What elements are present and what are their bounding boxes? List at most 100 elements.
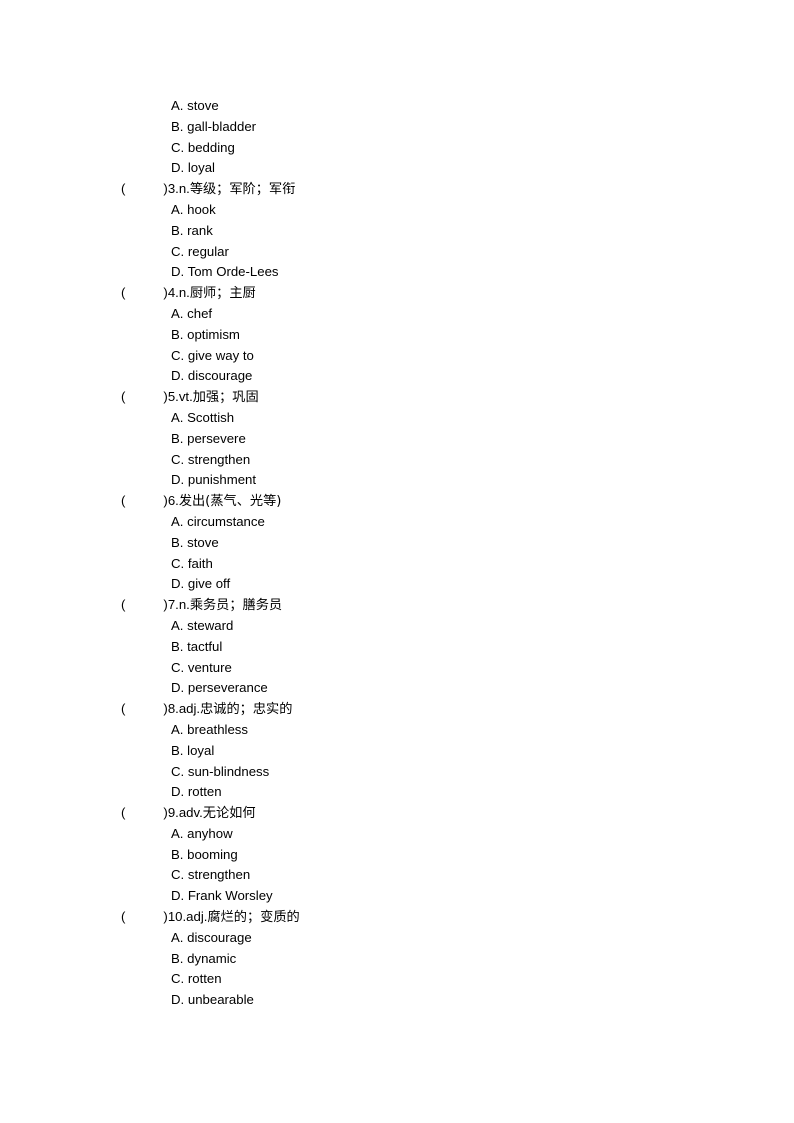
option-label: A. bbox=[171, 617, 184, 633]
answer-option[interactable]: D. give off bbox=[90, 574, 704, 595]
option-label: B. bbox=[171, 430, 184, 446]
question-line: ()8.adj.忠诚的；忠实的 bbox=[90, 699, 704, 720]
option-label: D. bbox=[171, 160, 185, 176]
answer-option[interactable]: A. discourage bbox=[90, 928, 704, 949]
option-label: C. bbox=[171, 971, 185, 987]
option-text: tactful bbox=[187, 638, 223, 654]
answer-option[interactable]: C. faith bbox=[90, 554, 704, 575]
answer-option[interactable]: B. rank bbox=[90, 221, 704, 242]
part-of-speech: vt. bbox=[178, 389, 193, 405]
question-prompt: 发出(蒸气、光等) bbox=[178, 494, 282, 510]
option-label: A. bbox=[171, 409, 184, 425]
answer-option[interactable]: A. steward bbox=[90, 616, 704, 637]
answer-option[interactable]: D. Frank Worsley bbox=[90, 886, 704, 907]
quiz-question-list: A. stove B. gall-bladder C. bedding D. loya… bbox=[90, 96, 704, 1011]
answer-option[interactable]: D. loyal bbox=[90, 158, 704, 179]
answer-option[interactable]: C. rotten bbox=[90, 969, 704, 990]
answer-option[interactable]: C. strengthen bbox=[90, 450, 704, 471]
option-text: booming bbox=[187, 846, 238, 862]
option-text: optimism bbox=[187, 326, 240, 342]
question-line: ()9.adv.无论如何 bbox=[90, 803, 704, 824]
option-label: A. bbox=[171, 721, 184, 737]
answer-blank-paren-open: ( bbox=[121, 597, 126, 613]
answer-option[interactable]: C. regular bbox=[90, 242, 704, 263]
option-text: circumstance bbox=[187, 513, 265, 529]
option-text: hook bbox=[187, 201, 216, 217]
option-text: strengthen bbox=[187, 451, 251, 467]
question-number: 8. bbox=[167, 701, 179, 717]
option-label: B. bbox=[171, 846, 184, 862]
answer-option[interactable]: D. unbearable bbox=[90, 990, 704, 1011]
answer-option[interactable]: C. strengthen bbox=[90, 865, 704, 886]
answer-option[interactable]: C. give way to bbox=[90, 346, 704, 367]
option-text: rotten bbox=[187, 971, 222, 987]
question-line: ()3.n.等级；军阶；军衔 bbox=[90, 179, 704, 200]
option-text: strengthen bbox=[187, 867, 251, 883]
answer-option[interactable]: D. rotten bbox=[90, 782, 704, 803]
answer-option[interactable]: C. sun-blindness bbox=[90, 762, 704, 783]
answer-option[interactable]: B. loyal bbox=[90, 741, 704, 762]
question-number: 3. bbox=[167, 181, 179, 197]
answer-option[interactable]: B. optimism bbox=[90, 325, 704, 346]
option-label: C. bbox=[171, 347, 185, 363]
option-text: bedding bbox=[187, 139, 235, 155]
answer-option[interactable]: A. anyhow bbox=[90, 824, 704, 845]
answer-option[interactable]: B. stove bbox=[90, 533, 704, 554]
answer-option[interactable]: B. booming bbox=[90, 845, 704, 866]
option-label: A. bbox=[171, 98, 184, 113]
answer-option[interactable]: B. persevere bbox=[90, 429, 704, 450]
option-label: C. bbox=[171, 867, 185, 883]
option-label: D. bbox=[171, 264, 185, 280]
option-text: rotten bbox=[187, 784, 222, 800]
option-label: D. bbox=[171, 784, 185, 800]
answer-option[interactable]: A. circumstance bbox=[90, 512, 704, 533]
answer-option[interactable]: A. stove bbox=[90, 96, 704, 117]
question-number: 9. bbox=[167, 805, 179, 821]
question-line: ()7.n.乘务员；膳务员 bbox=[90, 595, 704, 616]
answer-option[interactable]: B. gall-bladder bbox=[90, 117, 704, 138]
answer-option[interactable]: C. bedding bbox=[90, 138, 704, 159]
part-of-speech: adj. bbox=[178, 701, 201, 717]
option-text: steward bbox=[187, 617, 234, 633]
option-text: venture bbox=[187, 659, 232, 675]
answer-option[interactable]: B. tactful bbox=[90, 637, 704, 658]
option-text: Frank Worsley bbox=[187, 888, 273, 904]
question-line: ()4.n.厨师；主厨 bbox=[90, 283, 704, 304]
question-prompt: 加强；巩固 bbox=[192, 390, 259, 406]
question-prompt: 乘务员；膳务员 bbox=[189, 598, 283, 614]
option-text: sun-blindness bbox=[187, 763, 270, 779]
option-text: discourage bbox=[187, 368, 253, 384]
answer-option[interactable]: D. Tom Orde-Lees bbox=[90, 262, 704, 283]
answer-option[interactable]: D. discourage bbox=[90, 366, 704, 387]
answer-option[interactable]: A. hook bbox=[90, 200, 704, 221]
option-text: gall-bladder bbox=[187, 118, 257, 134]
option-label: C. bbox=[171, 243, 185, 259]
answer-option[interactable]: A. breathless bbox=[90, 720, 704, 741]
option-label: D. bbox=[171, 992, 185, 1008]
question-number: 4. bbox=[167, 285, 179, 301]
option-label: B. bbox=[171, 534, 184, 550]
option-label: B. bbox=[171, 742, 184, 758]
option-label: A. bbox=[171, 825, 184, 841]
part-of-speech: adj. bbox=[186, 909, 208, 925]
answer-blank-paren-open: ( bbox=[121, 909, 126, 925]
part-of-speech: n. bbox=[178, 597, 190, 613]
option-text: perseverance bbox=[187, 680, 268, 696]
answer-option[interactable]: B. dynamic bbox=[90, 949, 704, 970]
answer-option[interactable]: D. punishment bbox=[90, 470, 704, 491]
option-label: C. bbox=[171, 763, 185, 779]
answer-option[interactable]: C. venture bbox=[90, 658, 704, 679]
answer-option[interactable]: A. chef bbox=[90, 304, 704, 325]
option-text: loyal bbox=[187, 160, 215, 176]
option-text: persevere bbox=[187, 430, 246, 446]
answer-option[interactable]: D. perseverance bbox=[90, 678, 704, 699]
option-label: D. bbox=[171, 472, 185, 488]
option-label: D. bbox=[171, 576, 185, 592]
question-line: ()5.vt.加强；巩固 bbox=[90, 387, 704, 408]
answer-option[interactable]: A. Scottish bbox=[90, 408, 704, 429]
part-of-speech: n. bbox=[178, 181, 190, 197]
option-label: B. bbox=[171, 326, 184, 342]
answer-blank-paren-open: ( bbox=[121, 285, 126, 301]
option-text: breathless bbox=[187, 721, 248, 737]
option-text: punishment bbox=[187, 472, 257, 488]
